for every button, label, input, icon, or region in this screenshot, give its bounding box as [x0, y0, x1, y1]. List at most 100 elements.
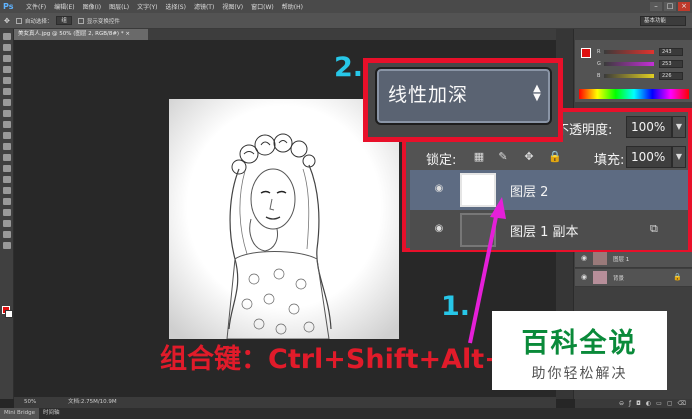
- layer-name: 图层 1 副本: [510, 225, 579, 240]
- lock-transparent-icon[interactable]: ▦: [472, 150, 486, 164]
- menu-filter[interactable]: 滤镜(T): [190, 2, 218, 11]
- layer-name: 图层 1: [613, 257, 630, 263]
- clone-stamp-tool-icon[interactable]: [3, 121, 11, 128]
- options-bar: ✥ 自动选择： 组 显示变换控件 基本功能: [0, 13, 692, 29]
- opacity-label: 不透明度:: [556, 123, 613, 138]
- eyedropper-tool-icon[interactable]: [3, 88, 11, 95]
- eye-icon[interactable]: ◉: [581, 273, 587, 281]
- hand-tool-icon[interactable]: [3, 231, 11, 238]
- path-select-tool-icon[interactable]: [3, 209, 11, 216]
- eye-icon[interactable]: ◉: [432, 223, 446, 235]
- shape-tool-icon[interactable]: [3, 220, 11, 227]
- color-spectrum-bar[interactable]: [579, 89, 689, 99]
- menu-select[interactable]: 选择(S): [161, 2, 190, 11]
- lock-all-icon[interactable]: 🔒: [548, 150, 562, 164]
- gradient-tool-icon[interactable]: [3, 154, 11, 161]
- green-slider-row: G 253: [597, 60, 689, 70]
- bottom-tab-bar: Mini Bridge 时间轴: [0, 408, 692, 419]
- foreground-color-chip[interactable]: [581, 48, 591, 58]
- layer-thumbnail: [593, 271, 607, 284]
- menu-type[interactable]: 文字(Y): [133, 2, 161, 11]
- tab-timeline[interactable]: 时间轴: [39, 408, 64, 419]
- folder-icon[interactable]: ▭: [656, 400, 667, 407]
- lock-position-icon[interactable]: ✥: [522, 150, 536, 164]
- brush-tool-icon[interactable]: [3, 110, 11, 117]
- step-2-label: 2.: [334, 52, 364, 83]
- red-slider-row: R 243: [597, 48, 689, 58]
- maximize-button[interactable]: □: [664, 2, 676, 11]
- auto-select-dropdown[interactable]: 组: [56, 16, 72, 25]
- blue-channel-label: B: [597, 73, 601, 79]
- menu-file[interactable]: 文件(F): [22, 2, 50, 11]
- menu-view[interactable]: 视图(V): [218, 2, 247, 11]
- zoom-tool-icon[interactable]: [3, 242, 11, 249]
- lock-label: 锁定:: [426, 153, 457, 168]
- close-button[interactable]: ×: [678, 2, 690, 11]
- zoom-level[interactable]: 50%: [24, 399, 36, 405]
- menu-edit[interactable]: 编辑(E): [50, 2, 78, 11]
- green-value-field[interactable]: 253: [659, 60, 683, 68]
- green-channel-label: G: [597, 61, 601, 67]
- red-value-field[interactable]: 243: [659, 48, 683, 56]
- dropdown-arrows-icon[interactable]: ▲ ▼: [531, 84, 543, 103]
- watermark-title: 百科全说: [521, 328, 638, 359]
- lasso-tool-icon[interactable]: [3, 55, 11, 62]
- auto-select-label: 自动选择：: [24, 18, 53, 25]
- show-transform-checkbox[interactable]: [77, 17, 84, 24]
- eye-icon[interactable]: ◉: [432, 183, 446, 195]
- dodge-tool-icon[interactable]: [3, 176, 11, 183]
- mask-icon[interactable]: ◘: [636, 400, 646, 407]
- history-brush-tool-icon[interactable]: [3, 132, 11, 139]
- move-tool-icon[interactable]: [3, 33, 11, 40]
- new-layer-icon[interactable]: ▢: [667, 400, 678, 407]
- layer-row-small[interactable]: ◉ 背景 🔒: [575, 269, 692, 287]
- blue-slider[interactable]: [604, 74, 654, 78]
- status-bar: 50% 文档:2.75M/10.9M: [14, 397, 556, 408]
- move-tool-icon[interactable]: ✥: [4, 17, 10, 25]
- fill-input[interactable]: 100%: [626, 146, 672, 168]
- healing-brush-tool-icon[interactable]: [3, 99, 11, 106]
- blur-tool-icon[interactable]: [3, 165, 11, 172]
- lock-icon: 🔒: [673, 273, 682, 281]
- shortcut-annotation: 组合键：Ctrl+Shift+Alt+E: [160, 344, 526, 375]
- blue-value-field[interactable]: 226: [659, 72, 683, 80]
- menu-layer[interactable]: 图层(L): [105, 2, 133, 11]
- adjustment-icon[interactable]: ◐: [646, 400, 656, 407]
- watermark-subtitle: 助你轻松解决: [531, 366, 628, 382]
- fill-dropdown-icon[interactable]: ▼: [672, 146, 686, 168]
- minimize-button[interactable]: –: [650, 2, 662, 11]
- menu-image[interactable]: 图像(I): [79, 2, 105, 11]
- eraser-tool-icon[interactable]: [3, 143, 11, 150]
- opacity-input[interactable]: 100%: [626, 116, 672, 138]
- eye-icon[interactable]: ◉: [581, 254, 587, 262]
- type-tool-icon[interactable]: [3, 198, 11, 205]
- layer-name: 背景: [613, 276, 625, 282]
- menu-help[interactable]: 帮助(H): [278, 2, 307, 11]
- layer-row-selected[interactable]: ◉ 图层 2: [410, 170, 688, 210]
- green-slider[interactable]: [604, 62, 654, 66]
- background-color-swatch[interactable]: [5, 310, 13, 318]
- window-controls: – □ ×: [650, 0, 690, 13]
- menu-window[interactable]: 窗口(W): [247, 2, 278, 11]
- menu-bar: Ps 文件(F) 编辑(E) 图像(I) 图层(L) 文字(Y) 选择(S) 滤…: [0, 0, 692, 13]
- tab-mini-bridge[interactable]: Mini Bridge: [0, 408, 39, 419]
- lock-paint-icon[interactable]: ✎: [496, 150, 510, 164]
- quick-select-tool-icon[interactable]: [3, 66, 11, 73]
- marquee-tool-icon[interactable]: [3, 44, 11, 51]
- link-icon[interactable]: ⊖: [619, 400, 629, 407]
- photoshop-logo: Ps: [3, 2, 14, 11]
- blue-slider-row: B 226: [597, 72, 689, 82]
- trash-icon[interactable]: ⌫: [678, 400, 691, 407]
- auto-select-checkbox[interactable]: [15, 17, 22, 24]
- layer-row-small[interactable]: ◉ 图层 1: [575, 250, 692, 268]
- opacity-dropdown-icon[interactable]: ▼: [672, 116, 686, 138]
- layer-row[interactable]: ◉ 图层 1 副本 ⧉: [410, 210, 688, 250]
- workspace-dropdown[interactable]: 基本功能: [640, 16, 686, 26]
- pen-tool-icon[interactable]: [3, 187, 11, 194]
- crop-tool-icon[interactable]: [3, 77, 11, 84]
- tools-panel: [0, 29, 14, 399]
- show-transform-label: 显示变换控件: [86, 18, 120, 25]
- layer-thumbnail: [593, 252, 607, 265]
- document-tab[interactable]: 美女真人.jpg @ 50% (图层 2, RGB/8#) * ×: [14, 29, 148, 40]
- red-slider[interactable]: [604, 50, 654, 54]
